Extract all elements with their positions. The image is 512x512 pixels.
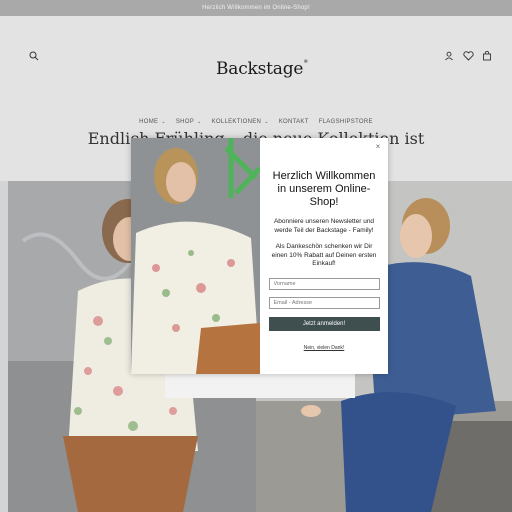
chevron-down-icon: ⌄ [197, 119, 202, 125]
logo[interactable]: Backstage® [216, 59, 308, 79]
nav-item-home[interactable]: HOME ⌄ [139, 119, 166, 125]
popup-description: Abonniere unseren Newsletter und werde T… [273, 218, 375, 234]
announcement-bar: Herzlich Willkommen im Online-Shop! [0, 0, 512, 16]
subscribe-button[interactable]: Jetzt anmelden! [268, 316, 380, 331]
heart-icon[interactable] [461, 49, 475, 63]
chevron-down-icon: ⌄ [161, 119, 166, 125]
hero-cta-bar [165, 370, 355, 398]
decline-link[interactable]: Nein, vielen Dank! [304, 345, 345, 351]
nav-label: KOLLEKTIONEN [211, 119, 262, 125]
nav-item-flagshipstore[interactable]: FLAGSHIPSTORE [319, 119, 373, 125]
nav-item-shop[interactable]: SHOP ⌄ [176, 119, 202, 125]
nav-label: FLAGSHIPSTORE [318, 119, 373, 125]
nav-label: SHOP [175, 119, 195, 125]
search-icon[interactable] [27, 49, 41, 63]
nav-item-kollektionen[interactable]: KOLLEKTIONEN ⌄ [212, 119, 269, 125]
account-icon[interactable] [442, 49, 456, 63]
email-input[interactable] [268, 296, 380, 309]
chevron-down-icon: ⌄ [264, 119, 269, 125]
newsletter-popup: × Herzlich Willkommen in unserem Online-… [131, 138, 388, 374]
logo-trademark: ® [303, 59, 309, 65]
nav-label: HOME [139, 119, 159, 125]
cart-icon[interactable] [480, 49, 494, 63]
nav-item-kontakt[interactable]: KONTAKT [279, 119, 309, 125]
first-name-input[interactable] [268, 277, 380, 290]
nav-label: KONTAKT [278, 119, 309, 125]
newsletter-form: × Herzlich Willkommen in unserem Online-… [260, 138, 388, 374]
main-nav: HOME ⌄ SHOP ⌄ KOLLEKTIONEN ⌄ KONTAKT FLAGSH… [0, 119, 512, 125]
popup-title: Herzlich Willkommen in unserem Online-Sh… [272, 170, 376, 208]
logo-text: Backstage [216, 59, 304, 79]
popup-image [131, 138, 260, 374]
popup-discount-text: Als Dankeschön schenken wir Dir einen 10… [271, 243, 377, 267]
close-icon[interactable]: × [373, 142, 383, 152]
